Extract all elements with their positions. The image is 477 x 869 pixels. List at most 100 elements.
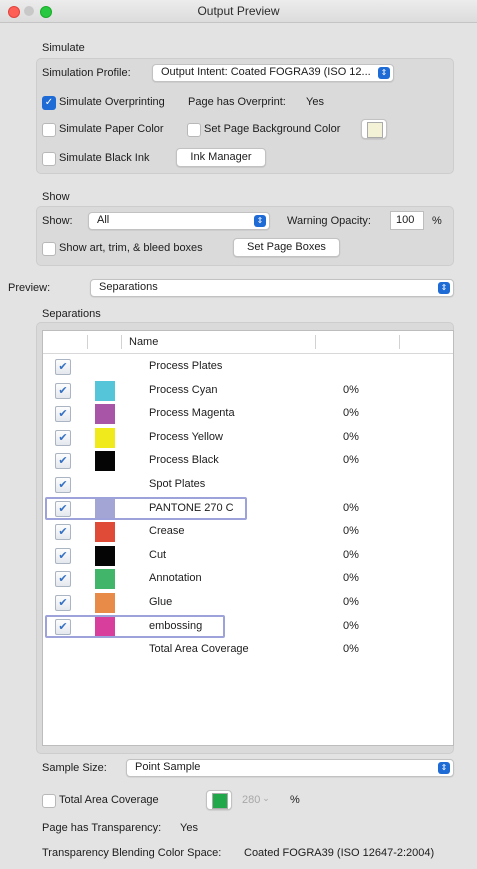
- separation-row[interactable]: ✔ Annotation 0%: [43, 567, 453, 591]
- warning-opacity-input[interactable]: 100: [390, 211, 424, 230]
- separation-row[interactable]: ✔ Process Cyan 0%: [43, 379, 453, 403]
- ink-swatch: [95, 522, 115, 543]
- chevron-updown-icon: ⇕: [438, 762, 450, 774]
- chevron-updown-icon: ⇕: [254, 215, 266, 227]
- separation-name: Process Plates: [149, 360, 223, 372]
- column-divider: [87, 335, 88, 349]
- separation-name: Cut: [149, 548, 167, 561]
- coverage-value: 280: [242, 794, 261, 806]
- preview-label: Preview:: [8, 282, 51, 294]
- separation-name: Crease: [149, 525, 185, 538]
- ink-swatch: [95, 569, 115, 590]
- separation-name: Glue: [149, 596, 173, 608]
- ink-manager-button[interactable]: Ink Manager: [176, 148, 266, 167]
- simulate-black-ink-label: Simulate Black Ink: [59, 152, 150, 164]
- separation-checkbox[interactable]: ✔: [55, 406, 71, 423]
- separation-name: Spot Plates: [149, 478, 206, 490]
- separation-name: Process Black: [149, 454, 219, 467]
- blending-label: Transparency Blending Color Space:: [42, 847, 222, 859]
- separation-row[interactable]: Total Area Coverage 0%: [43, 638, 453, 662]
- separation-row[interactable]: ✔ Crease 0%: [43, 520, 453, 544]
- simulate-paper-color-checkbox[interactable]: [42, 123, 56, 137]
- show-boxes-checkbox[interactable]: [42, 242, 56, 256]
- separation-checkbox[interactable]: ✔: [55, 453, 71, 470]
- separation-checkbox[interactable]: ✔: [55, 382, 71, 399]
- show-boxes-label: Show art, trim, & bleed boxes: [59, 242, 203, 254]
- show-heading: Show: [42, 191, 70, 203]
- simulation-profile-select[interactable]: Output Intent: Coated FOGRA39 (ISO 12...…: [152, 64, 394, 82]
- total-area-coverage-label: Total Area Coverage: [59, 794, 159, 806]
- sample-size-select[interactable]: Point Sample ⇕: [126, 759, 454, 777]
- simulate-paper-color-label: Simulate Paper Color: [59, 123, 164, 135]
- separation-row[interactable]: ✔ Cut 0%: [43, 544, 453, 568]
- ink-swatch: [95, 451, 115, 472]
- separation-percent: 0%: [343, 572, 359, 585]
- row-highlight-box: [45, 614, 225, 638]
- separation-name: Process Yellow: [149, 430, 223, 443]
- ink-swatch: [95, 380, 115, 401]
- separation-percent: 0%: [343, 619, 359, 632]
- column-divider: [315, 335, 316, 349]
- preview-value: Separations: [99, 281, 158, 293]
- separation-checkbox[interactable]: ✔: [55, 571, 71, 588]
- chevron-updown-icon: ⇕: [378, 67, 390, 79]
- set-page-background-checkbox[interactable]: [187, 123, 201, 137]
- separation-checkbox[interactable]: ✔: [55, 595, 71, 611]
- separation-checkbox[interactable]: ✔: [55, 547, 71, 564]
- ink-swatch: [95, 404, 115, 425]
- separation-row[interactable]: ✔ Process Magenta 0%: [43, 402, 453, 426]
- separation-row[interactable]: ✔ Process Plates: [43, 355, 453, 379]
- separation-percent: 0%: [343, 596, 359, 608]
- separation-row[interactable]: ✔ Process Yellow 0%: [43, 426, 453, 450]
- total-area-coverage-checkbox[interactable]: [42, 794, 56, 808]
- set-page-background-label: Set Page Background Color: [204, 123, 341, 135]
- column-divider: [399, 335, 400, 349]
- warning-opacity-label: Warning Opacity:: [287, 215, 371, 227]
- table-header: Name: [43, 331, 453, 354]
- simulate-overprinting-label: Simulate Overprinting: [59, 96, 165, 108]
- separation-row[interactable]: ✔ Glue 0%: [43, 591, 453, 615]
- color-swatch-icon: [367, 122, 383, 138]
- chevron-down-icon[interactable]: ⌄: [260, 790, 272, 807]
- separation-name: Annotation: [149, 572, 202, 585]
- show-value: All: [97, 214, 110, 226]
- separation-percent: 0%: [343, 643, 359, 656]
- row-highlight-box: [45, 496, 247, 520]
- has-overprint-label: Page has Overprint:: [188, 96, 286, 108]
- preview-select[interactable]: Separations ⇕: [90, 279, 454, 297]
- ink-swatch: [95, 545, 115, 566]
- separation-percent: 0%: [343, 548, 359, 561]
- separation-row[interactable]: ✔ Process Black 0%: [43, 449, 453, 473]
- separation-name: Process Cyan: [149, 383, 218, 396]
- page-background-color-button[interactable]: [361, 119, 387, 139]
- sample-size-label: Sample Size:: [42, 762, 107, 774]
- simulate-black-ink-checkbox[interactable]: [42, 152, 56, 166]
- separation-checkbox[interactable]: ✔: [55, 524, 71, 541]
- show-label: Show:: [42, 215, 73, 227]
- window-title: Output Preview: [197, 4, 280, 18]
- ink-swatch: [95, 593, 115, 613]
- chevron-updown-icon: ⇕: [438, 282, 450, 294]
- simulate-heading: Simulate: [42, 42, 85, 54]
- simulation-profile-value: Output Intent: Coated FOGRA39 (ISO 12...: [161, 66, 371, 78]
- set-page-boxes-button[interactable]: Set Page Boxes: [233, 238, 340, 257]
- transparency-value: Yes: [180, 822, 198, 834]
- separation-checkbox[interactable]: ✔: [55, 359, 71, 375]
- separation-percent: 0%: [343, 383, 359, 396]
- separation-checkbox[interactable]: ✔: [55, 477, 71, 493]
- warning-opacity-value: 100: [396, 214, 415, 226]
- column-header-name[interactable]: Name: [129, 336, 158, 348]
- simulate-overprinting-checkbox[interactable]: ✓: [42, 96, 56, 110]
- separation-checkbox[interactable]: ✔: [55, 429, 71, 446]
- separation-row[interactable]: ✔ Spot Plates: [43, 473, 453, 497]
- separation-row[interactable]: ✔ embossing 0%: [43, 614, 453, 639]
- separation-row[interactable]: ✔ PANTONE 270 C 0%: [43, 496, 453, 521]
- separation-percent: 0%: [343, 454, 359, 467]
- blending-value: Coated FOGRA39 (ISO 12647-2:2004): [244, 847, 435, 859]
- coverage-unit: %: [290, 794, 300, 806]
- has-overprint-value: Yes: [306, 96, 324, 108]
- show-select[interactable]: All ⇕: [88, 212, 270, 230]
- separation-percent: 0%: [343, 407, 359, 420]
- separation-percent: 0%: [343, 501, 359, 514]
- column-divider: [121, 335, 122, 349]
